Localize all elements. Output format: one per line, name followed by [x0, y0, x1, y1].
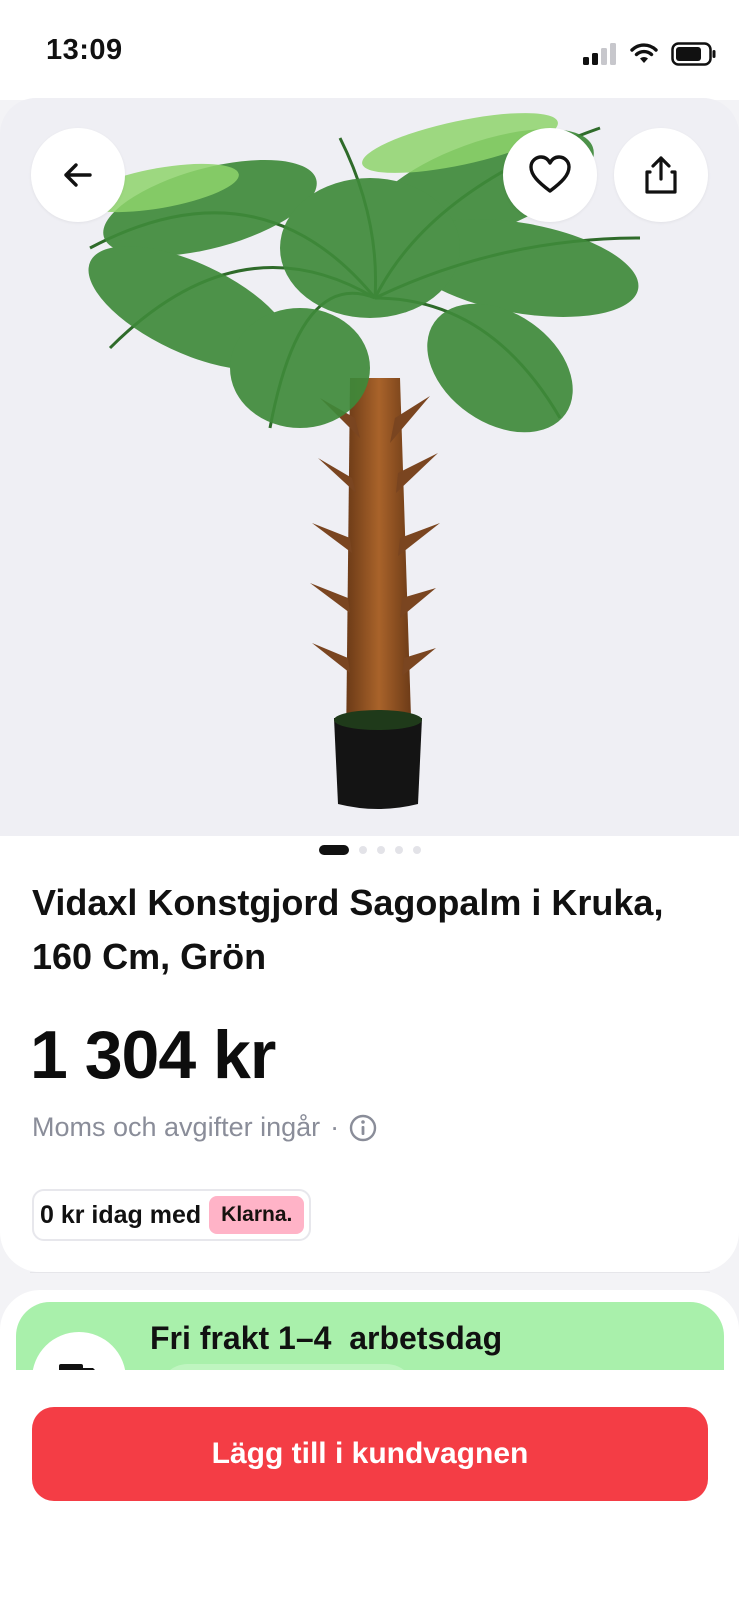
wifi-icon [630, 43, 658, 63]
carousel-indicator [0, 845, 739, 855]
carousel-dot[interactable] [394, 846, 403, 854]
carousel-dot[interactable] [412, 846, 421, 854]
tax-note-text: Moms och avgifter ingår [32, 1112, 321, 1142]
tax-note: Moms och avgifter ingår · [32, 1112, 377, 1143]
separator: · [330, 1112, 340, 1142]
klarna-logo: Klarna. [209, 1196, 305, 1234]
battery-icon [671, 42, 716, 66]
status-time: 13:09 [46, 34, 123, 66]
klarna-text: 0 kr idag med [40, 1200, 202, 1229]
info-icon[interactable] [349, 1114, 377, 1142]
back-button[interactable] [31, 128, 125, 222]
cellular-signal-icon [583, 43, 616, 65]
shipping-section: Fri frakt 1–4 arbetsdag [0, 1290, 739, 1370]
favorite-button[interactable] [503, 128, 597, 222]
shipping-card[interactable]: Fri frakt 1–4 arbetsdag [16, 1302, 724, 1370]
carousel-dot-active[interactable] [318, 845, 349, 855]
shipping-title: Fri frakt 1–4 arbetsdag [150, 1320, 503, 1356]
status-icons [583, 40, 717, 68]
status-bar: 13:09 [0, 0, 739, 100]
share-icon [645, 156, 677, 194]
truck-badge [32, 1332, 126, 1370]
product-title: Vidaxl Konstgjord Sagopalm i Kruka, 160 … [32, 882, 664, 977]
bottom-action-bar: Lägg till i kundvagnen [0, 1370, 739, 1600]
carousel-dot[interactable] [358, 846, 367, 854]
share-button[interactable] [614, 128, 708, 222]
truck-icon [59, 1364, 95, 1370]
klarna-badge[interactable]: 0 kr idag med Klarna. [32, 1189, 312, 1241]
product-price: 1 304 kr [30, 1017, 276, 1093]
arrow-left-icon [64, 163, 92, 187]
product-info: Vidaxl Konstgjord Sagopalm i Kruka, 160 … [0, 836, 739, 1272]
carousel-dot[interactable] [376, 846, 385, 854]
add-to-cart-button[interactable]: Lägg till i kundvagnen [32, 1407, 708, 1501]
product-image-carousel[interactable] [0, 98, 739, 838]
divider [30, 1272, 710, 1273]
heart-icon [529, 155, 571, 193]
